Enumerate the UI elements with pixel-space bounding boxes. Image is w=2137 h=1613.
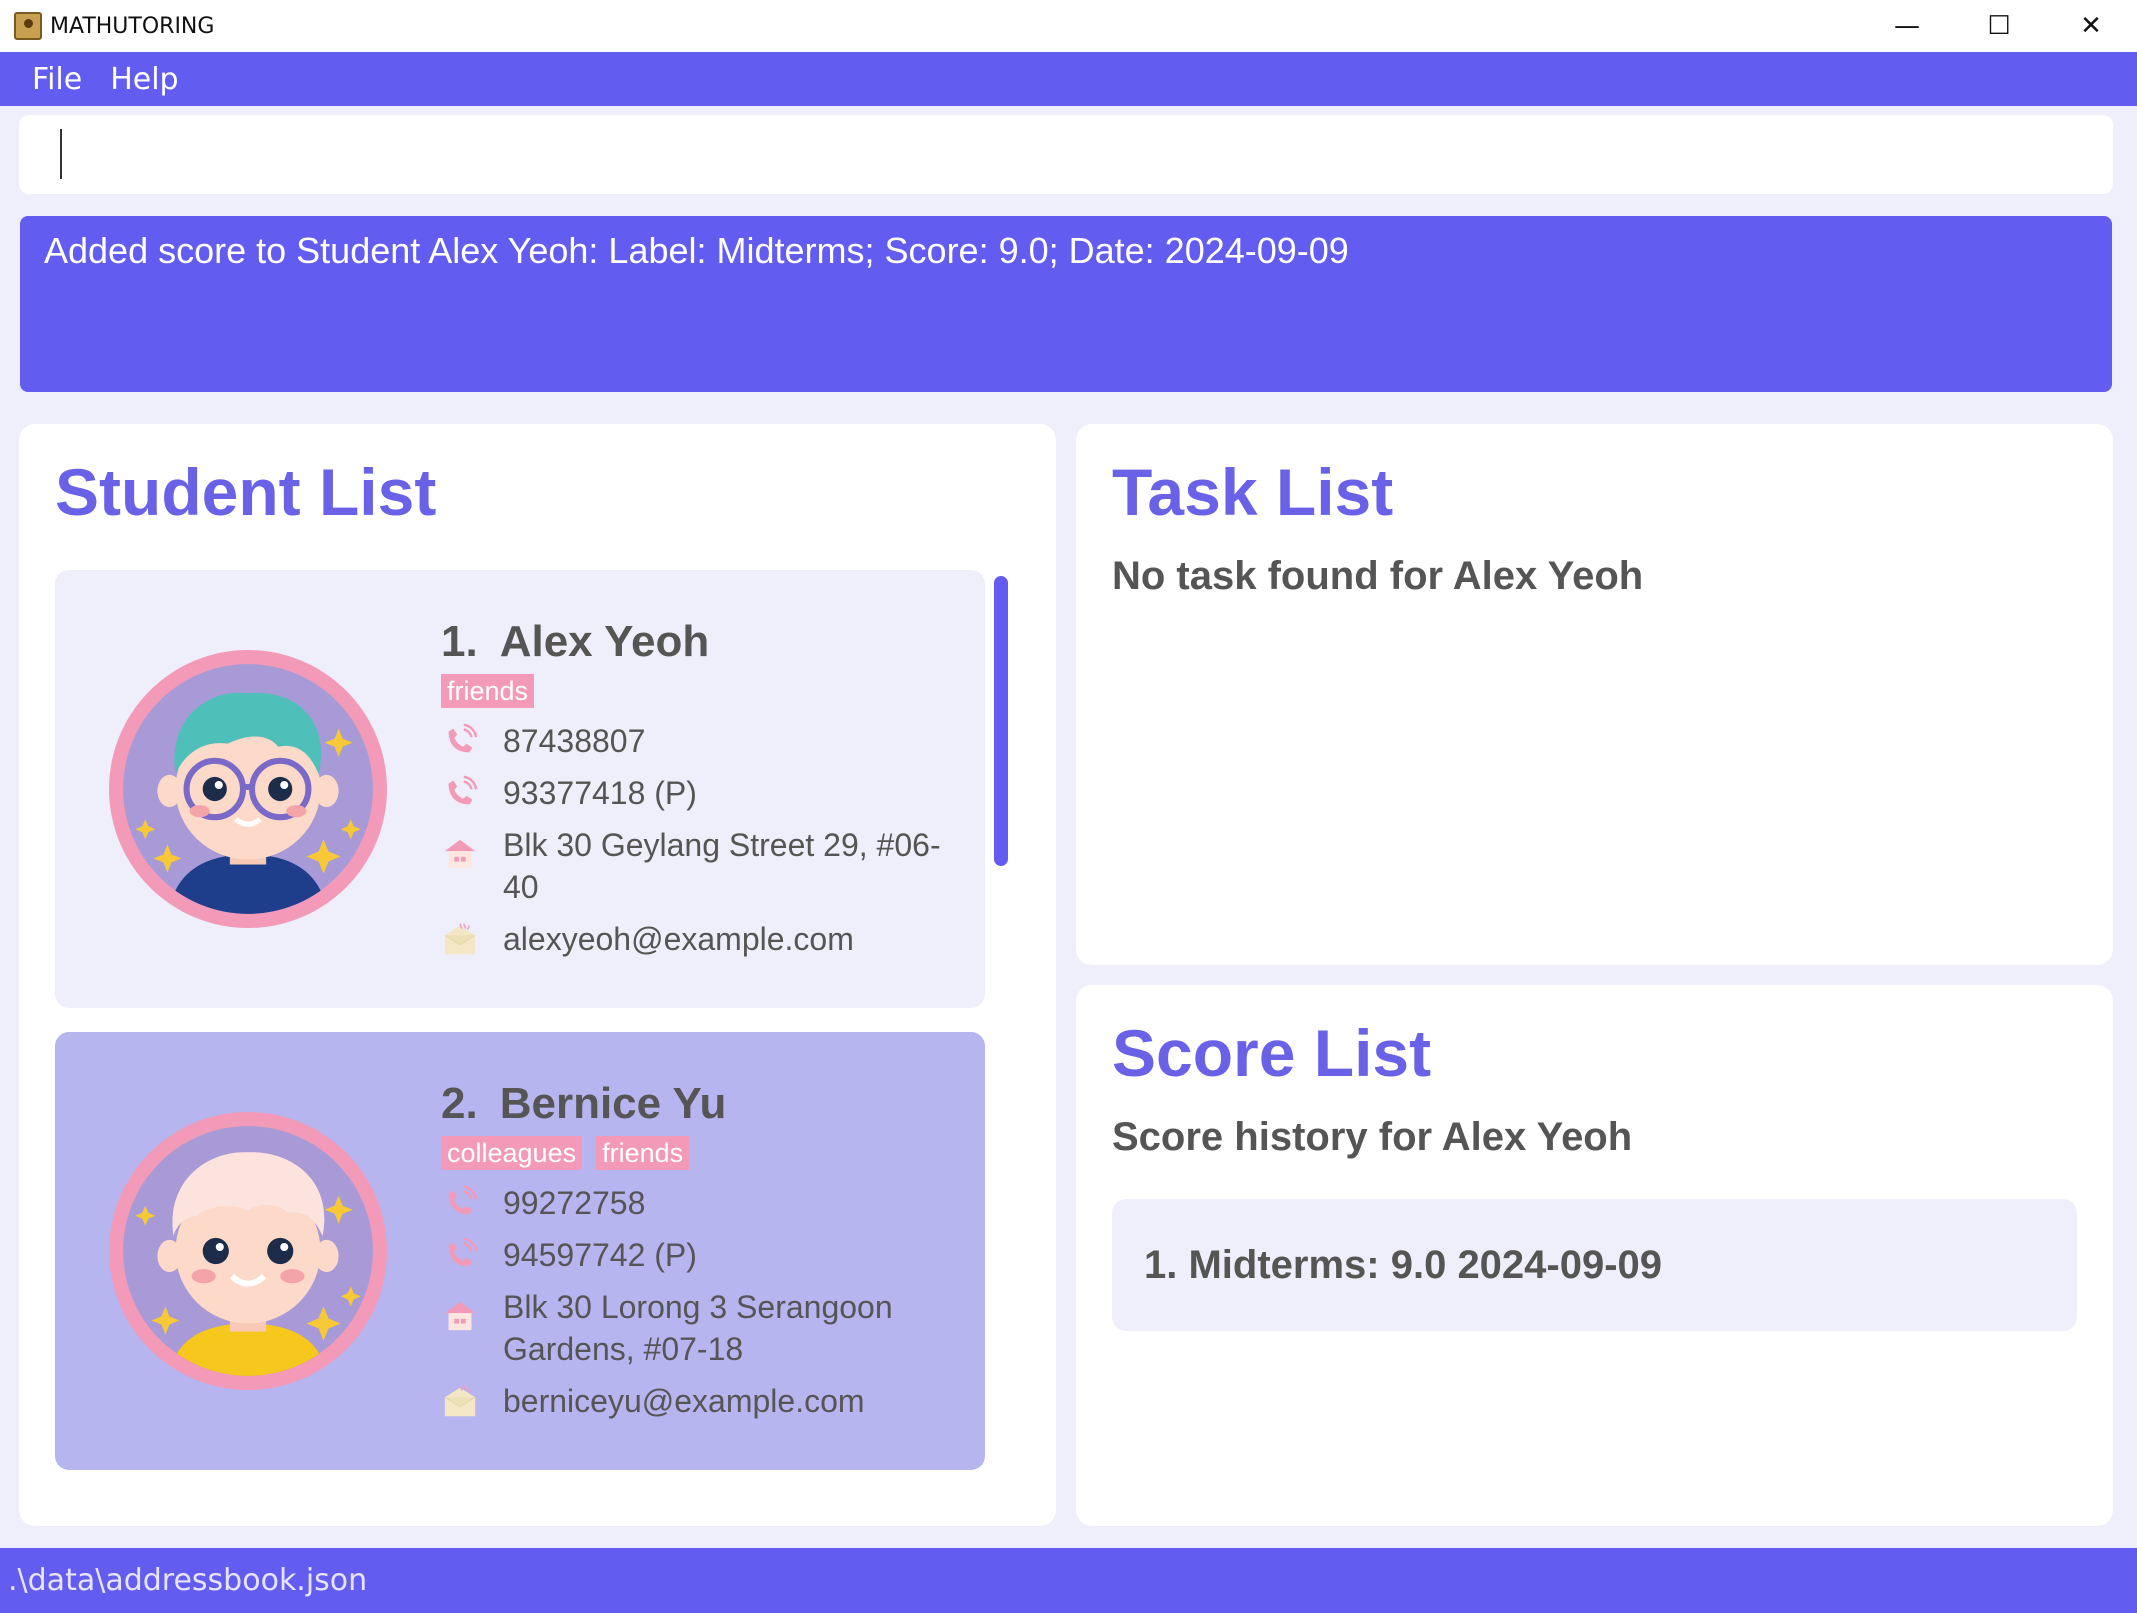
phone-icon bbox=[441, 722, 479, 760]
title-bar: MATHUTORING — ☐ ✕ bbox=[0, 0, 2137, 52]
email-row: alexyeoh@example.com bbox=[441, 918, 961, 960]
score-list-title: Score List bbox=[1112, 1016, 1432, 1090]
phone-row: 99272758 bbox=[441, 1182, 961, 1224]
phone-number: 87438807 bbox=[503, 723, 646, 759]
phone-icon bbox=[441, 1184, 479, 1222]
student-info: 1. Alex Yeoh friends 87438807 93377418 (P… bbox=[441, 614, 961, 960]
student-index: 1. bbox=[441, 617, 478, 666]
score-entry: 1. Midterms: 9.0 2024-09-09 bbox=[1144, 1243, 1663, 1287]
student-list-panel: Student List 1. Alex Yeoh friends 874388… bbox=[19, 424, 1056, 1526]
blonde-child-avatar bbox=[109, 1112, 387, 1390]
student-card[interactable]: 1. Alex Yeoh friends 87438807 93377418 (P… bbox=[55, 570, 985, 1008]
student-name: 1. Alex Yeoh bbox=[441, 614, 961, 670]
envelope-icon bbox=[441, 920, 479, 958]
tag-list: friends bbox=[441, 674, 961, 710]
file-path: .\data\addressbook.json bbox=[8, 1563, 368, 1598]
student-index: 2. bbox=[441, 1079, 478, 1128]
address: Blk 30 Lorong 3 Serangoon Gardens, #07-1… bbox=[503, 1289, 893, 1367]
task-list-panel: Task List No task found for Alex Yeoh bbox=[1076, 424, 2113, 965]
tag: friends bbox=[441, 674, 535, 708]
student-list-scrollbar[interactable] bbox=[994, 576, 1008, 866]
phone-row: 87438807 bbox=[441, 720, 961, 762]
phone-icon bbox=[441, 1236, 479, 1274]
email: alexyeoh@example.com bbox=[503, 921, 854, 957]
tag: friends bbox=[596, 1136, 690, 1170]
parent-phone-number: 94597742 (P) bbox=[503, 1237, 697, 1273]
app-icon bbox=[14, 12, 42, 40]
phone-number: 99272758 bbox=[503, 1185, 646, 1221]
menu-file[interactable]: File bbox=[18, 62, 96, 97]
window-title: MATHUTORING bbox=[50, 13, 215, 39]
menu-bar: File Help bbox=[0, 52, 2137, 106]
email: berniceyu@example.com bbox=[503, 1383, 865, 1419]
text-caret bbox=[60, 129, 62, 179]
email-row: berniceyu@example.com bbox=[441, 1380, 961, 1422]
student-name-text: Bernice Yu bbox=[499, 1079, 727, 1128]
maximize-button[interactable]: ☐ bbox=[1953, 0, 2045, 52]
task-list-title: Task List bbox=[1112, 455, 1394, 529]
envelope-icon bbox=[441, 1382, 479, 1420]
parent-phone-row: 94597742 (P) bbox=[441, 1234, 961, 1276]
status-bar: .\data\addressbook.json bbox=[0, 1548, 2137, 1613]
score-card[interactable]: 1. Midterms: 9.0 2024-09-09 bbox=[1112, 1199, 2077, 1331]
score-list-subtitle: Score history for Alex Yeoh bbox=[1112, 1115, 1633, 1159]
minimize-button[interactable]: — bbox=[1861, 0, 1953, 52]
address: Blk 30 Geylang Street 29, #06-40 bbox=[503, 827, 941, 905]
student-info: 2. Bernice Yu colleagues friends 99272758… bbox=[441, 1076, 961, 1422]
score-list-panel: Score List Score history for Alex Yeoh 1… bbox=[1076, 985, 2113, 1526]
menu-help[interactable]: Help bbox=[96, 62, 192, 97]
student-name: 2. Bernice Yu bbox=[441, 1076, 961, 1132]
phone-icon bbox=[441, 774, 479, 812]
tag-list: colleagues friends bbox=[441, 1136, 961, 1172]
close-button[interactable]: ✕ bbox=[2045, 0, 2137, 52]
window-controls: — ☐ ✕ bbox=[1861, 0, 2137, 52]
result-message: Added score to Student Alex Yeoh: Label:… bbox=[44, 230, 1349, 271]
result-display: Added score to Student Alex Yeoh: Label:… bbox=[20, 216, 2112, 392]
parent-phone-row: 93377418 (P) bbox=[441, 772, 961, 814]
tag: colleagues bbox=[441, 1136, 583, 1170]
student-list-title: Student List bbox=[55, 455, 437, 529]
address-row: Blk 30 Lorong 3 Serangoon Gardens, #07-1… bbox=[441, 1286, 961, 1370]
parent-phone-number: 93377418 (P) bbox=[503, 775, 697, 811]
house-icon bbox=[441, 1296, 479, 1334]
boy-with-glasses-avatar bbox=[109, 650, 387, 928]
house-icon bbox=[441, 834, 479, 872]
address-row: Blk 30 Geylang Street 29, #06-40 bbox=[441, 824, 961, 908]
command-box bbox=[19, 115, 2113, 194]
student-name-text: Alex Yeoh bbox=[499, 617, 710, 666]
student-card-selected[interactable]: 2. Bernice Yu colleagues friends 99272758… bbox=[55, 1032, 985, 1470]
command-input[interactable] bbox=[19, 115, 2113, 194]
task-list-message: No task found for Alex Yeoh bbox=[1112, 554, 1644, 598]
